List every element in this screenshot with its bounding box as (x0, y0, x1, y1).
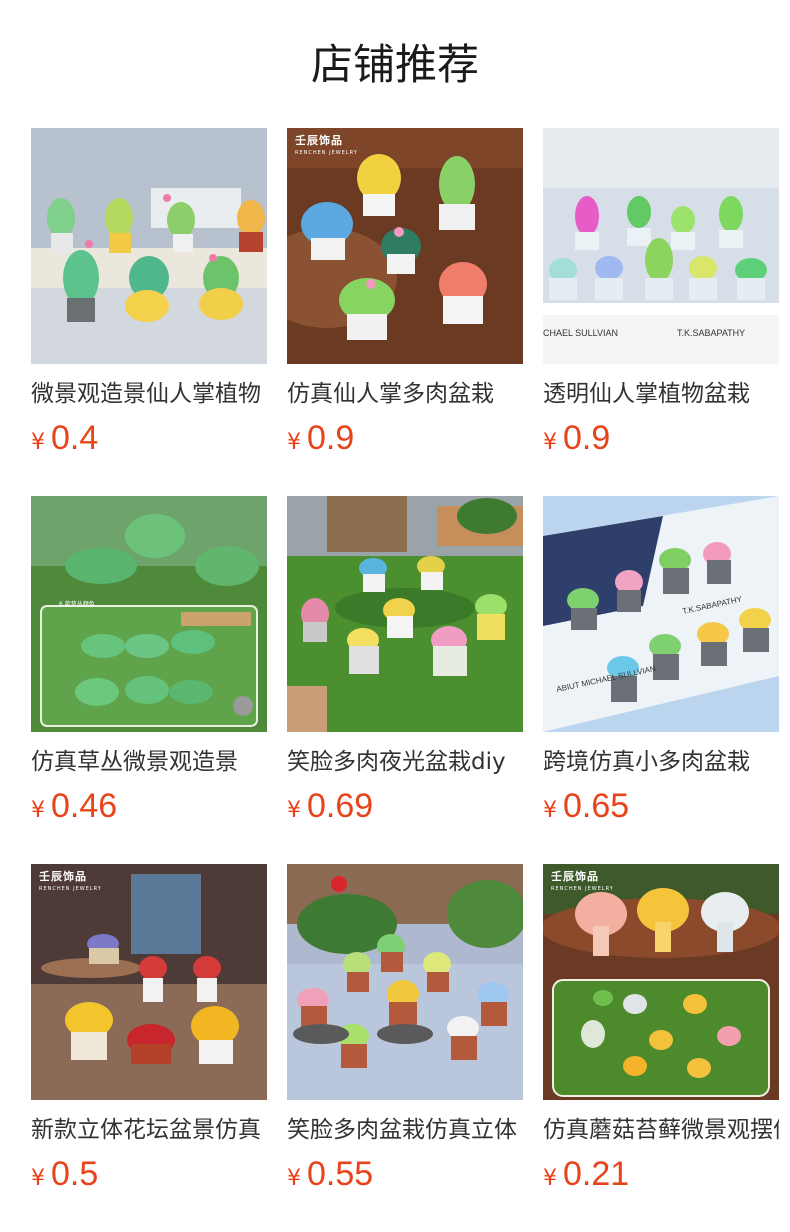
product-image[interactable]: CHAEL SULLVIAN T.K.SABAPATHY (543, 128, 779, 364)
product-name[interactable]: 微景观造景仙人掌植物 (31, 378, 267, 410)
product-name[interactable]: 透明仙人掌植物盆栽 (543, 378, 779, 410)
brand-watermark: 壬辰饰品 RENCHEN JEWELRY (551, 870, 614, 892)
product-price: ¥0.9 (543, 416, 779, 460)
product-image[interactable]: 壬辰饰品 RENCHEN JEWELRY (543, 864, 779, 1100)
mini-succulent-photo: ABIUT MICHAEL SULLVIAN T.K.SABAPATHY (543, 496, 779, 732)
product-card[interactable]: CHAEL SULLVIAN T.K.SABAPATHY 透明仙人掌植物盆栽 ¥… (543, 128, 779, 460)
product-image[interactable] (31, 128, 267, 364)
product-card[interactable]: 壬辰饰品 RENCHEN JEWELRY 仿真蘑菇苔藓微景观摆件 ¥0.21 (543, 864, 779, 1196)
product-image[interactable] (287, 496, 523, 732)
product-name[interactable]: 新款立体花坛盆景仿真 (31, 1114, 267, 1146)
product-name[interactable]: 笑脸多肉盆栽仿真立体 (287, 1114, 523, 1146)
product-price: ¥0.69 (287, 784, 523, 828)
book-text: CHAEL SULLVIAN (543, 328, 618, 338)
smiley-succulent-pots-photo (287, 864, 523, 1100)
book-text: T.K.SABAPATHY (677, 328, 745, 338)
page-title: 店铺推荐 (310, 40, 479, 89)
product-price: ¥0.5 (31, 1152, 267, 1196)
product-card[interactable]: 笑脸多肉盆栽仿真立体 ¥0.55 (287, 864, 523, 1196)
product-name[interactable]: 笑脸多肉夜光盆栽diy (287, 746, 523, 778)
price-value: 0.46 (51, 787, 118, 825)
product-price: ¥0.9 (287, 416, 523, 460)
product-card[interactable]: 壬辰饰品 RENCHEN JEWELRY 新款立体花坛盆景仿真 ¥0.5 (31, 864, 267, 1196)
product-name[interactable]: 仿真蘑菇苔藓微景观摆件 (543, 1114, 779, 1146)
price-value: 0.65 (563, 787, 630, 825)
product-image[interactable]: 壬辰饰品 RENCHEN JEWELRY (287, 128, 523, 364)
inset-caption: 6 款草丛颜色 (59, 600, 95, 608)
product-price: ¥0.4 (31, 416, 267, 460)
currency-symbol: ¥ (31, 430, 45, 455)
currency-symbol: ¥ (287, 430, 301, 455)
product-card[interactable]: ABIUT MICHAEL SULLVIAN T.K.SABAPATHY 跨境仿… (543, 496, 779, 828)
product-name[interactable]: 仿真仙人掌多肉盆栽 (287, 378, 523, 410)
currency-symbol: ¥ (543, 798, 557, 823)
currency-symbol: ¥ (543, 1166, 557, 1191)
product-name[interactable]: 仿真草丛微景观造景 (31, 746, 267, 778)
product-image[interactable]: 6 款草丛颜色 (31, 496, 267, 732)
currency-symbol: ¥ (31, 1166, 45, 1191)
currency-symbol: ¥ (31, 798, 45, 823)
grass-clump-photo: 6 款草丛颜色 (31, 496, 267, 732)
product-image[interactable]: ABIUT MICHAEL SULLVIAN T.K.SABAPATHY (543, 496, 779, 732)
product-image[interactable] (287, 864, 523, 1100)
currency-symbol: ¥ (287, 798, 301, 823)
product-card[interactable]: 6 款草丛颜色 仿真草丛微景观造景 ¥0.46 (31, 496, 267, 828)
brand-watermark: 壬辰饰品 RENCHEN JEWELRY (295, 134, 358, 156)
price-value: 0.4 (51, 419, 99, 457)
price-value: 0.9 (307, 419, 355, 457)
mushroom-moss-photo (543, 864, 779, 1100)
product-card[interactable]: 微景观造景仙人掌植物 ¥0.4 (31, 128, 267, 460)
product-price: ¥0.21 (543, 1152, 779, 1196)
flower-bed-photo (31, 864, 267, 1100)
cactus-succulent-photo (287, 128, 523, 364)
price-value: 0.69 (307, 787, 374, 825)
product-card[interactable]: 壬辰饰品 RENCHEN JEWELRY 仿真仙人掌多肉盆栽 ¥0.9 (287, 128, 523, 460)
product-name[interactable]: 跨境仿真小多肉盆栽 (543, 746, 779, 778)
cactus-pots-photo (31, 128, 267, 364)
product-image[interactable]: 壬辰饰品 RENCHEN JEWELRY (31, 864, 267, 1100)
price-value: 0.55 (307, 1155, 374, 1193)
clear-cactus-photo: CHAEL SULLVIAN T.K.SABAPATHY (543, 128, 779, 364)
price-value: 0.9 (563, 419, 611, 457)
price-value: 0.21 (563, 1155, 630, 1193)
smiley-succulent-glow-photo (287, 496, 523, 732)
product-price: ¥0.46 (31, 784, 267, 828)
currency-symbol: ¥ (543, 430, 557, 455)
brand-watermark: 壬辰饰品 RENCHEN JEWELRY (39, 870, 102, 892)
currency-symbol: ¥ (287, 1166, 301, 1191)
price-value: 0.5 (51, 1155, 99, 1193)
product-price: ¥0.65 (543, 784, 779, 828)
product-card[interactable]: 笑脸多肉夜光盆栽diy ¥0.69 (287, 496, 523, 828)
product-price: ¥0.55 (287, 1152, 523, 1196)
